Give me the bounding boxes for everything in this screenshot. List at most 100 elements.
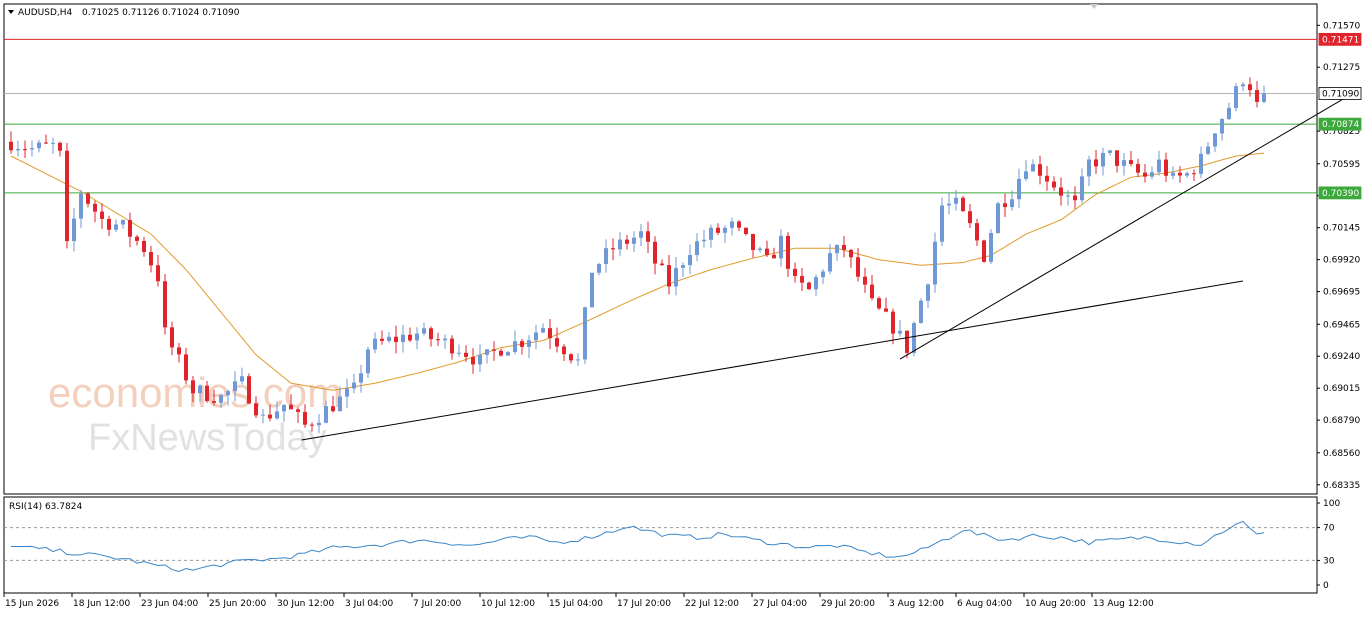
candle-body bbox=[968, 211, 972, 224]
rsi-tick-label-0: 0 bbox=[1323, 581, 1329, 591]
candle-body bbox=[464, 352, 468, 357]
chart-canvas[interactable]: economies.com FxNewsToday 0.715700.71275… bbox=[0, 0, 1366, 615]
candle-body bbox=[688, 255, 692, 266]
candle-body bbox=[254, 403, 258, 416]
candle-body bbox=[226, 391, 230, 396]
candle-body bbox=[1248, 84, 1252, 91]
candle-body bbox=[485, 349, 489, 355]
candle-body bbox=[100, 211, 104, 219]
candle-body bbox=[1094, 159, 1098, 167]
candle-body bbox=[1024, 171, 1028, 179]
candle-body bbox=[1003, 203, 1007, 208]
candle-body bbox=[1059, 187, 1063, 196]
candle-body bbox=[1164, 159, 1168, 176]
rsi-tick-label-100: 100 bbox=[1323, 499, 1340, 509]
candle-body bbox=[9, 141, 13, 151]
candle-body bbox=[471, 356, 475, 365]
time-label-4: 30 Jun 12:00 bbox=[277, 599, 334, 609]
candle-body bbox=[1262, 93, 1266, 102]
candle-body bbox=[947, 203, 951, 206]
candle-body bbox=[926, 284, 930, 301]
candle-body bbox=[135, 236, 139, 241]
price-tick-label-7: 0.69695 bbox=[1323, 288, 1360, 298]
candle-body bbox=[282, 404, 286, 412]
candle-body bbox=[660, 263, 664, 266]
candle-body bbox=[618, 239, 622, 250]
candle-body bbox=[821, 271, 825, 278]
candle-body bbox=[569, 354, 573, 361]
candle-body bbox=[1220, 119, 1224, 134]
level-label-2: 0.70874 bbox=[1322, 120, 1359, 130]
candle-body bbox=[408, 334, 412, 341]
price-tick-label-5: 0.70145 bbox=[1323, 224, 1360, 234]
candle-body bbox=[1234, 86, 1238, 108]
symbol-label: AUDUSD,H4 bbox=[18, 8, 73, 18]
candle-body bbox=[1066, 195, 1070, 197]
candle-body bbox=[450, 338, 454, 354]
candle-body bbox=[422, 328, 426, 334]
candle-body bbox=[233, 381, 237, 392]
candle-body bbox=[625, 239, 629, 244]
candle-body bbox=[443, 338, 447, 341]
candle-body bbox=[555, 338, 559, 347]
candle-body bbox=[247, 376, 251, 404]
candle-body bbox=[730, 221, 734, 228]
candle-body bbox=[723, 227, 727, 233]
time-label-15: 10 Aug 20:00 bbox=[1025, 599, 1086, 609]
candle-body bbox=[177, 347, 181, 355]
price-tick-label-0: 0.71570 bbox=[1323, 21, 1360, 31]
candle-body bbox=[576, 359, 580, 361]
candle-body bbox=[695, 241, 699, 256]
time-label-10: 22 Jul 12:00 bbox=[685, 599, 739, 609]
candle-body bbox=[394, 336, 398, 343]
chart-window[interactable]: economies.com FxNewsToday 0.71570 0.71275… bbox=[0, 0, 1366, 615]
candle-body bbox=[1241, 84, 1245, 87]
candle-body bbox=[1045, 175, 1049, 182]
candle-body bbox=[646, 231, 650, 242]
candle-body bbox=[1122, 160, 1126, 166]
candle-body bbox=[289, 404, 293, 410]
candle-body bbox=[1087, 159, 1091, 177]
candle-body bbox=[835, 244, 839, 254]
candle-body bbox=[1017, 178, 1021, 200]
candle-body bbox=[142, 240, 146, 252]
candle-body bbox=[366, 349, 370, 374]
candle-body bbox=[324, 406, 328, 423]
candle-body bbox=[429, 328, 433, 340]
candle-body bbox=[996, 203, 1000, 234]
candle-body bbox=[534, 332, 538, 341]
candle-body bbox=[765, 248, 769, 255]
candle-body bbox=[737, 221, 741, 228]
candle-body bbox=[478, 354, 482, 365]
candle-body bbox=[933, 241, 937, 285]
candle-body bbox=[751, 234, 755, 251]
candle-body bbox=[86, 193, 90, 204]
candle-body bbox=[758, 248, 762, 251]
candle-body bbox=[1129, 160, 1133, 164]
watermark-line2: FxNewsToday bbox=[88, 417, 327, 459]
candle-body bbox=[779, 235, 783, 259]
candle-body bbox=[828, 253, 832, 272]
candle-body bbox=[114, 224, 118, 230]
candle-body bbox=[548, 328, 552, 339]
candle-body bbox=[240, 376, 244, 382]
candle-body bbox=[583, 307, 587, 360]
candle-body bbox=[856, 257, 860, 277]
rsi-panel[interactable] bbox=[3, 496, 1318, 594]
level-label-0: 0.71471 bbox=[1322, 35, 1359, 45]
candle-body bbox=[716, 227, 720, 233]
candle-body bbox=[639, 231, 643, 238]
price-tick-label-11: 0.68790 bbox=[1323, 416, 1360, 426]
candle-body bbox=[709, 227, 713, 240]
candle-body bbox=[849, 249, 853, 258]
candle-body bbox=[170, 327, 174, 348]
candle-body bbox=[506, 352, 510, 356]
candle-body bbox=[1178, 172, 1182, 176]
candle-body bbox=[590, 272, 594, 308]
candle-body bbox=[93, 203, 97, 212]
price-tick-label-1: 0.71275 bbox=[1323, 63, 1360, 73]
time-label-16: 13 Aug 12:00 bbox=[1093, 599, 1154, 609]
candle-body bbox=[870, 284, 874, 299]
candle-body bbox=[149, 251, 153, 266]
candle-body bbox=[79, 193, 83, 219]
